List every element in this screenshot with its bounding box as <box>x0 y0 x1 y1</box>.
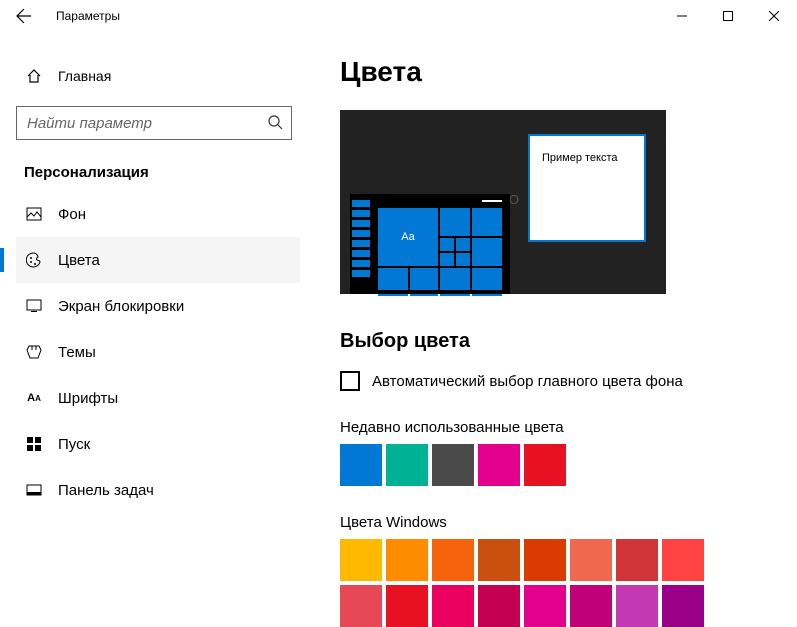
color-swatch[interactable] <box>478 539 520 581</box>
color-preview: ОБО Aa Пример текста <box>340 110 666 294</box>
color-swatch[interactable] <box>570 539 612 581</box>
picture-icon <box>24 206 44 222</box>
sidebar-item-colors[interactable]: Цвета <box>16 237 300 283</box>
sidebar-item-label: Фон <box>58 206 86 223</box>
minimize-button[interactable] <box>659 0 705 32</box>
color-swatch[interactable] <box>478 585 520 627</box>
windows-colors <box>340 539 720 627</box>
color-swatch[interactable] <box>386 539 428 581</box>
themes-icon <box>24 344 44 360</box>
color-swatch[interactable] <box>386 585 428 627</box>
color-swatch[interactable] <box>662 585 704 627</box>
home-link[interactable]: Главная <box>16 56 300 96</box>
sidebar-category: Персонализация <box>24 164 300 181</box>
preview-sample-tile: Aa <box>378 208 438 266</box>
sidebar-item-label: Экран блокировки <box>58 298 184 315</box>
preview-sample-text: Пример текста <box>542 152 618 164</box>
home-label: Главная <box>58 68 111 84</box>
window-controls <box>659 0 797 32</box>
color-swatch[interactable] <box>340 585 382 627</box>
recent-colors <box>340 444 797 486</box>
close-button[interactable] <box>751 0 797 32</box>
recent-colors-label: Недавно использованные цвета <box>340 419 797 436</box>
search-icon <box>267 114 283 133</box>
fonts-icon: AA <box>24 392 44 404</box>
sidebar-item-lockscreen[interactable]: Экран блокировки <box>16 283 300 329</box>
palette-icon <box>24 252 44 268</box>
sidebar-item-themes[interactable]: Темы <box>16 329 300 375</box>
sidebar-item-label: Цвета <box>58 252 100 269</box>
back-arrow-icon <box>16 8 32 24</box>
maximize-icon <box>723 11 733 21</box>
color-swatch[interactable] <box>524 444 566 486</box>
auto-accent-checkbox-row[interactable]: Автоматический выбор главного цвета фона <box>340 371 797 391</box>
color-choice-heading: Выбор цвета <box>340 330 797 353</box>
sidebar-item-label: Шрифты <box>58 390 118 407</box>
sidebar: Главная Персонализация Фон Цвета Экран б… <box>0 32 300 623</box>
window-title: Параметры <box>56 9 120 23</box>
sidebar-item-start[interactable]: Пуск <box>16 421 300 467</box>
auto-accent-checkbox[interactable] <box>340 371 360 391</box>
sidebar-item-background[interactable]: Фон <box>16 191 300 237</box>
start-icon <box>24 437 44 451</box>
sidebar-item-fonts[interactable]: AA Шрифты <box>16 375 300 421</box>
color-swatch[interactable] <box>432 539 474 581</box>
preview-window: Пример текста <box>528 134 646 242</box>
color-swatch[interactable] <box>386 444 428 486</box>
search-input[interactable] <box>27 115 267 132</box>
color-swatch[interactable] <box>432 444 474 486</box>
preview-start-menu: Aa <box>350 194 510 294</box>
sidebar-item-label: Панель задач <box>58 482 154 499</box>
taskbar-icon <box>24 482 44 498</box>
minimize-icon <box>677 11 687 21</box>
sidebar-item-label: Пуск <box>58 436 90 453</box>
search-box[interactable] <box>16 106 292 140</box>
search-wrap <box>16 106 292 140</box>
back-button[interactable] <box>8 0 40 32</box>
color-swatch[interactable] <box>340 444 382 486</box>
maximize-button[interactable] <box>705 0 751 32</box>
color-swatch[interactable] <box>340 539 382 581</box>
color-swatch[interactable] <box>524 585 566 627</box>
color-swatch[interactable] <box>524 539 566 581</box>
page-title: Цвета <box>340 56 797 88</box>
main-content: Цвета ОБО Aa Пример текста <box>300 32 797 623</box>
titlebar: Параметры <box>0 0 797 32</box>
sidebar-item-label: Темы <box>58 344 96 361</box>
auto-accent-label: Автоматический выбор главного цвета фона <box>372 373 683 390</box>
color-swatch[interactable] <box>616 539 658 581</box>
color-swatch[interactable] <box>616 585 658 627</box>
windows-colors-label: Цвета Windows <box>340 514 797 531</box>
close-icon <box>769 11 779 21</box>
home-icon <box>24 68 44 84</box>
color-swatch[interactable] <box>662 539 704 581</box>
color-swatch[interactable] <box>478 444 520 486</box>
color-swatch[interactable] <box>570 585 612 627</box>
lockscreen-icon <box>24 298 44 314</box>
sidebar-item-taskbar[interactable]: Панель задач <box>16 467 300 513</box>
color-swatch[interactable] <box>432 585 474 627</box>
